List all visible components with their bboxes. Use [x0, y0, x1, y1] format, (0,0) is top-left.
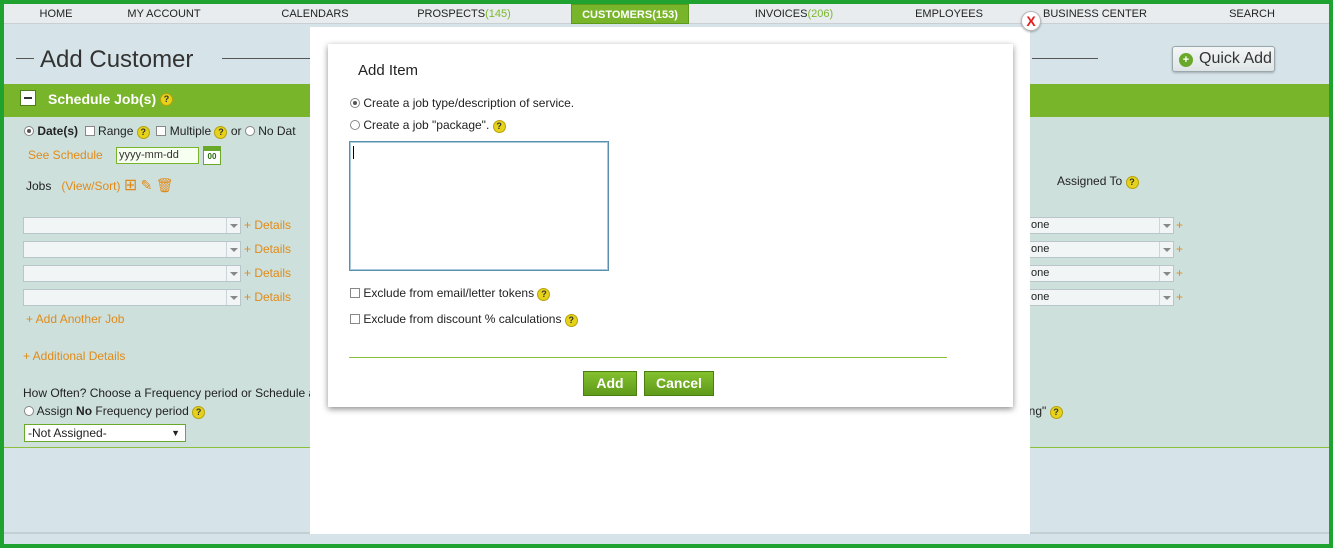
- schedule-section-title: Schedule Job(s) ?: [48, 91, 174, 107]
- add-assignee-1[interactable]: +: [1176, 218, 1183, 232]
- assignee-select-2[interactable]: one: [1014, 241, 1174, 258]
- option-job-type-row: Create a job type/description of service…: [350, 96, 574, 110]
- job-select-3[interactable]: [23, 265, 241, 282]
- trash-icon[interactable]: 🗑: [156, 177, 174, 193]
- nav-employees[interactable]: EMPLOYEES: [904, 4, 994, 24]
- view-sort-link[interactable]: (View/Sort): [61, 179, 120, 193]
- help-icon[interactable]: ?: [192, 406, 206, 419]
- top-nav: HOME MY ACCOUNT CALENDARS PROSPECTS(145)…: [4, 4, 1329, 24]
- job-type-label: Create a job type/description of service…: [363, 96, 575, 110]
- title-rule-right: [1032, 58, 1098, 59]
- how-often-text: How Often? Choose a Frequency period or …: [23, 386, 316, 400]
- chevron-down-icon: [226, 218, 240, 233]
- no-frequency-radio[interactable]: [24, 406, 34, 416]
- frequency-select[interactable]: -Not Assigned- ▼: [24, 424, 186, 442]
- page-title: Add Customer: [40, 46, 194, 73]
- multiple-label: Multiple: [169, 124, 212, 138]
- chevron-down-icon: [1159, 290, 1173, 305]
- date-radio[interactable]: [24, 126, 34, 136]
- job-select-4[interactable]: [23, 289, 241, 306]
- assignee-select-3[interactable]: one: [1014, 265, 1174, 282]
- chevron-down-icon: [226, 242, 240, 257]
- chevron-down-icon: [226, 266, 240, 281]
- add-assignee-4[interactable]: +: [1176, 290, 1183, 304]
- add-assignee-3[interactable]: +: [1176, 266, 1183, 280]
- exclude-discount-row: Exclude from discount % calculations ?: [350, 312, 578, 327]
- exclude-discount-label: Exclude from discount % calculations: [363, 312, 562, 326]
- exclude-email-row: Exclude from email/letter tokens ?: [350, 286, 551, 301]
- dialog-divider: [349, 357, 947, 358]
- title-rule-left: [222, 58, 312, 59]
- range-checkbox[interactable]: [84, 126, 95, 136]
- right-frequency-text: ing" ?: [1026, 404, 1063, 419]
- job-select-1[interactable]: [23, 217, 241, 234]
- chevron-down-icon: ▼: [171, 428, 180, 438]
- add-job-icon[interactable]: ⊞: [124, 177, 137, 194]
- details-link-3[interactable]: + Details: [244, 266, 291, 280]
- add-assignee-2[interactable]: +: [1176, 242, 1183, 256]
- multiple-checkbox[interactable]: [156, 126, 167, 136]
- dialog-title: Add Item: [358, 62, 419, 79]
- pencil-icon[interactable]: ✎: [141, 177, 153, 193]
- nav-prospects[interactable]: PROSPECTS(145): [404, 4, 524, 24]
- title-dash-left: [16, 58, 34, 59]
- nav-customers[interactable]: CUSTOMERS(153): [571, 4, 689, 24]
- no-date-label: No Dat: [258, 124, 296, 138]
- option-package-row: Create a job "package". ?: [350, 118, 506, 133]
- nav-business-center[interactable]: BUSINESS CENTER: [1040, 4, 1150, 24]
- quick-add-button[interactable]: + Quick Add: [1172, 46, 1275, 72]
- add-another-job-link[interactable]: + Add Another Job: [26, 312, 124, 326]
- add-button[interactable]: Add: [583, 371, 637, 396]
- job-select-2[interactable]: [23, 241, 241, 258]
- additional-details-link[interactable]: + Additional Details: [23, 349, 125, 363]
- details-link-4[interactable]: + Details: [244, 290, 291, 304]
- exclude-email-checkbox[interactable]: [350, 288, 360, 298]
- date-options-row: Date(s) Range ? Multiple ? or No Dat: [24, 124, 296, 139]
- help-icon[interactable]: ?: [136, 126, 150, 139]
- chevron-down-icon: [1159, 266, 1173, 281]
- plus-circle-icon: +: [1179, 53, 1193, 67]
- nav-search[interactable]: SEARCH: [1222, 4, 1282, 24]
- nav-home[interactable]: HOME: [24, 4, 88, 24]
- help-icon[interactable]: ?: [1049, 406, 1063, 419]
- job-type-radio[interactable]: [350, 98, 360, 108]
- jobs-label: Jobs: [26, 179, 52, 193]
- help-icon[interactable]: ?: [1125, 176, 1139, 189]
- exclude-discount-checkbox[interactable]: [350, 314, 360, 324]
- help-icon[interactable]: ?: [160, 93, 174, 106]
- help-icon[interactable]: ?: [564, 314, 578, 327]
- app-frame: HOME MY ACCOUNT CALENDARS PROSPECTS(145)…: [4, 4, 1329, 544]
- help-icon[interactable]: ?: [537, 288, 551, 301]
- assigned-to-header: Assigned To ?: [1057, 174, 1139, 189]
- chevron-down-icon: [1159, 218, 1173, 233]
- see-schedule-link[interactable]: See Schedule: [28, 148, 103, 162]
- chevron-down-icon: [1159, 242, 1173, 257]
- package-radio[interactable]: [350, 120, 360, 130]
- close-icon[interactable]: X: [1021, 11, 1041, 31]
- date-input[interactable]: yyyy-mm-dd: [116, 147, 199, 164]
- nav-invoices[interactable]: INVOICES(206): [739, 4, 849, 24]
- help-icon[interactable]: ?: [214, 126, 228, 139]
- collapse-icon[interactable]: [20, 90, 36, 106]
- cancel-button[interactable]: Cancel: [644, 371, 714, 396]
- details-link-1[interactable]: + Details: [244, 218, 291, 232]
- jobs-row: Jobs (View/Sort) ⊞ ✎ 🗑: [26, 175, 173, 195]
- range-label: Range: [98, 124, 134, 138]
- or-text: or: [230, 124, 242, 138]
- exclude-email-label: Exclude from email/letter tokens: [363, 286, 535, 300]
- description-textarea[interactable]: [349, 141, 609, 271]
- text-caret: [353, 146, 354, 159]
- assignee-select-4[interactable]: one: [1014, 289, 1174, 306]
- no-date-radio[interactable]: [244, 126, 255, 136]
- details-link-2[interactable]: + Details: [244, 242, 291, 256]
- calendar-icon[interactable]: 00: [203, 146, 221, 165]
- nav-calendars[interactable]: CALENDARS: [266, 4, 364, 24]
- help-icon[interactable]: ?: [492, 120, 506, 133]
- package-label: Create a job "package".: [363, 118, 490, 132]
- date-option-label: Date(s): [37, 124, 79, 138]
- assignee-select-1[interactable]: one: [1014, 217, 1174, 234]
- chevron-down-icon: [226, 290, 240, 305]
- assign-no-frequency-row: Assign No Frequency period ?: [24, 404, 206, 419]
- nav-my-account[interactable]: MY ACCOUNT: [114, 4, 214, 24]
